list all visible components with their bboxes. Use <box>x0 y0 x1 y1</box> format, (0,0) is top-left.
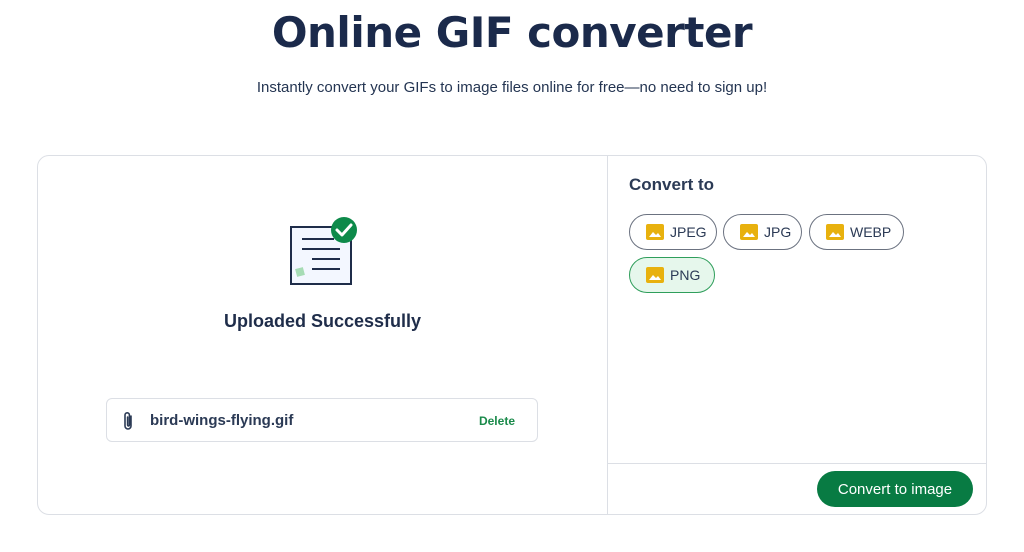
upload-pane: Uploaded Successfully bird-wings-flying.… <box>38 156 607 514</box>
format-label: PNG <box>670 267 701 283</box>
uploaded-file-row: bird-wings-flying.gif Delete <box>106 398 538 442</box>
delete-file-button[interactable]: Delete <box>479 414 515 428</box>
image-icon <box>826 224 844 240</box>
upload-status-text: Uploaded Successfully <box>223 311 422 331</box>
convert-to-image-button[interactable]: Convert to image <box>817 471 973 507</box>
image-icon <box>646 224 664 240</box>
image-icon <box>740 224 758 240</box>
document-check-icon <box>290 217 357 285</box>
file-name: bird-wings-flying.gif <box>150 412 294 429</box>
format-option-webp[interactable]: WEBP <box>809 214 904 250</box>
format-option-jpg[interactable]: JPG <box>723 214 802 250</box>
converter-card: Uploaded Successfully bird-wings-flying.… <box>37 155 987 515</box>
format-label: WEBP <box>850 224 892 240</box>
convert-heading: Convert to <box>629 175 714 194</box>
format-option-png[interactable]: PNG <box>629 257 715 293</box>
format-label: JPG <box>764 224 792 240</box>
convert-pane: Convert to JPEG JPG WEBP PNG Convert to … <box>608 156 986 514</box>
format-label: JPEG <box>670 224 707 240</box>
paperclip-icon <box>124 412 132 430</box>
page-title: Online GIF converter <box>271 8 753 57</box>
page-subtitle: Instantly convert your GIFs to image fil… <box>256 79 768 96</box>
image-icon <box>646 267 664 283</box>
format-option-jpeg[interactable]: JPEG <box>629 214 717 250</box>
footer-divider <box>608 463 986 464</box>
